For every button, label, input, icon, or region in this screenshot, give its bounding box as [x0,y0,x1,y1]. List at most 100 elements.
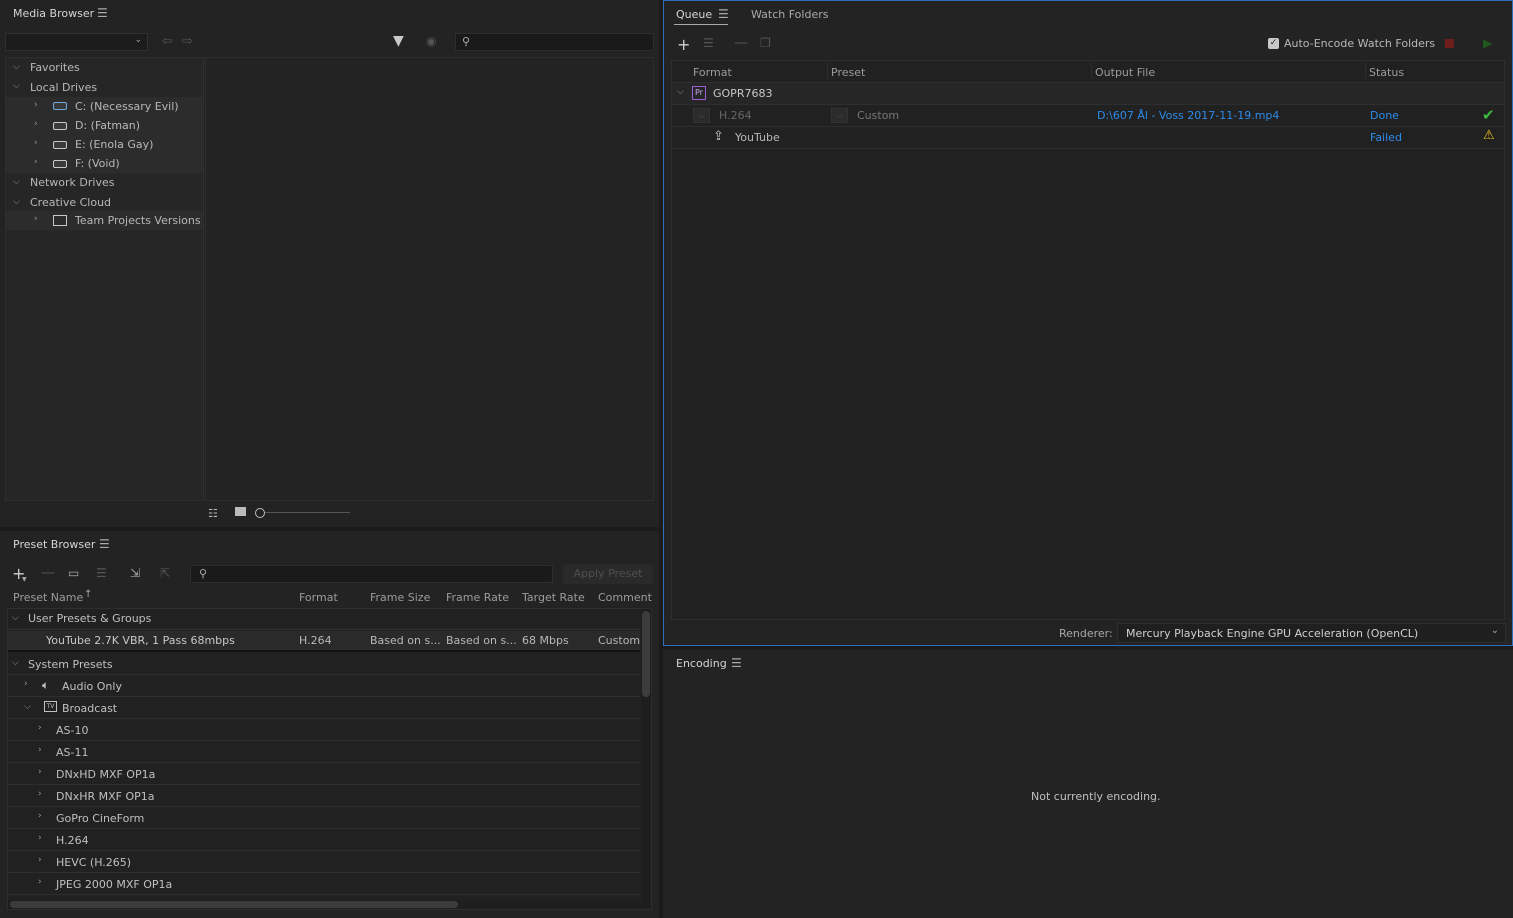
panel-menu-icon[interactable]: ☰ [731,656,742,670]
chevron-right-icon[interactable]: › [34,119,38,129]
chevron-right-icon[interactable]: › [38,855,42,865]
tree-item-favorites[interactable]: Favorites [30,61,80,74]
status-done-link[interactable]: Done [1370,109,1399,122]
chevron-right-icon[interactable]: › [38,745,42,755]
dropdown-triangle-icon[interactable]: ▼ [22,576,27,583]
preset-group-row[interactable]: › DNxHR MXF OP1a [8,785,640,807]
publish-destination: YouTube [735,131,780,144]
panel-menu-icon[interactable]: ☰ [718,7,729,21]
col-header-frame-size[interactable]: Frame Size [370,591,430,604]
chevron-down-icon[interactable]: ⌵ [12,613,19,623]
remove-icon[interactable]: — [734,35,748,51]
auto-encode-checkbox[interactable]: ✓ [1268,38,1279,49]
renderer-dropdown[interactable]: Mercury Playback Engine GPU Acceleration… [1117,623,1506,643]
panel-menu-icon[interactable]: ☰ [99,537,110,551]
preset-dropdown-chevron-icon[interactable]: ⌵ [831,108,848,123]
list-view-icon[interactable]: ☷ [208,507,218,520]
chevron-right-icon[interactable]: › [34,138,38,148]
preset-group-row[interactable]: › AS-11 [8,741,640,763]
col-header-preset[interactable]: Preset [831,66,865,79]
col-header-format[interactable]: Format [299,591,338,604]
chevron-right-icon[interactable]: › [34,157,38,167]
forward-arrow-icon[interactable]: ⇨ [182,34,193,49]
tree-row-e-drive[interactable]: › E: (Enola Gay) [6,135,203,154]
chevron-down-icon[interactable]: ⌵ [13,62,20,72]
chevron-down-icon[interactable]: ⌵ [13,177,20,187]
add-source-icon[interactable]: + [677,35,690,54]
chevron-right-icon[interactable]: › [34,100,38,110]
preset-group-row[interactable]: › H.264 [8,829,640,851]
export-preset-icon[interactable]: ⇱ [160,566,170,580]
preset-search-input[interactable]: ⚲ [190,565,553,583]
col-header-output-file[interactable]: Output File [1095,66,1155,79]
tree-row-team-projects[interactable]: › Team Projects Versions [6,211,203,230]
chevron-down-icon[interactable]: ⌵ [12,658,19,668]
panel-menu-icon[interactable]: ☰ [97,6,108,20]
new-group-folder-icon[interactable]: ▭ [68,566,79,580]
remove-preset-icon[interactable]: — [41,565,55,581]
chevron-right-icon[interactable]: › [34,214,38,224]
col-header-target-rate[interactable]: Target Rate [522,591,585,604]
tree-item-creative-cloud[interactable]: Creative Cloud [30,196,111,209]
chevron-down-icon[interactable]: ⌵ [24,702,31,712]
chevron-right-icon[interactable]: › [38,767,42,777]
system-presets-group-row[interactable]: ⌵ System Presets [8,653,640,675]
horizontal-scroll-thumb[interactable] [10,901,458,908]
col-header-format[interactable]: Format [693,66,732,79]
vertical-scrollbar[interactable] [641,609,651,909]
vertical-scroll-thumb[interactable] [642,611,650,697]
tree-item-network-drives[interactable]: Network Drives [30,176,114,189]
chevron-right-icon[interactable]: › [38,877,42,887]
chevron-right-icon[interactable]: › [38,811,42,821]
preset-group-row[interactable]: › HEVC (H.265) [8,851,640,873]
preset-settings-icon[interactable]: ☰ [96,566,107,580]
user-presets-group-row[interactable]: ⌵ User Presets & Groups [8,609,640,630]
apply-preset-button[interactable]: Apply Preset [563,564,653,584]
audio-only-row[interactable]: › 🔈︎ Audio Only [8,675,640,697]
col-header-comment[interactable]: Comment [598,591,652,604]
chevron-right-icon[interactable]: › [38,789,42,799]
format-dropdown-chevron-icon[interactable]: ⌵ [693,108,710,123]
preset-group-row[interactable]: › JPEG 2000 MXF OP1a [8,873,640,895]
stop-queue-icon[interactable] [1445,39,1454,48]
location-dropdown[interactable]: ⌄ [5,33,148,51]
col-header-status[interactable]: Status [1369,66,1404,79]
zoom-slider-handle[interactable] [255,508,265,518]
user-preset-row[interactable]: YouTube 2.7K VBR, 1 Pass 68mbps H.264 Ba… [8,631,640,652]
tab-queue[interactable]: Queue [676,8,712,21]
import-preset-icon[interactable]: ⇲ [130,566,140,580]
chevron-right-icon[interactable]: › [24,679,28,689]
duplicate-icon[interactable]: ❐ [760,36,771,50]
view-eye-icon[interactable]: ◉ [426,34,436,48]
broadcast-row[interactable]: ⌵ TV Broadcast [8,697,640,719]
col-header-preset-name[interactable]: Preset Name [13,591,83,604]
queue-publish-row[interactable]: ⇪ YouTube Failed ⚠ [672,127,1504,148]
tab-watch-folders[interactable]: Watch Folders [751,8,828,21]
preset-group-row[interactable]: › DNxHD MXF OP1a [8,763,640,785]
filter-icon[interactable]: ▼ [393,33,404,49]
chevron-down-icon[interactable]: ⌵ [13,81,20,91]
chevron-down-icon[interactable]: ⌵ [677,87,684,97]
output-file-link[interactable]: D:\607 Ål - Voss 2017-11-19.mp4 [1097,109,1279,122]
tree-item-local-drives[interactable]: Local Drives [30,81,97,94]
start-queue-play-icon[interactable]: ▶ [1483,36,1492,50]
horizontal-scrollbar[interactable] [8,900,640,909]
queue-output-row[interactable]: ⌵ H.264 ⌵ Custom D:\607 Ål - Voss 2017-1… [672,105,1504,126]
tree-row-d-drive[interactable]: › D: (Fatman) [6,116,203,135]
chevron-right-icon[interactable]: › [38,723,42,733]
col-header-frame-rate[interactable]: Frame Rate [446,591,509,604]
tree-row-c-drive[interactable]: › C: (Necessary Evil) [6,97,203,116]
settings-sliders-icon[interactable]: ☰ [703,36,714,50]
queue-source-row[interactable]: ⌵ Pr GOPR7683 [672,83,1504,104]
chevron-down-icon[interactable]: ⌵ [13,197,20,207]
icon-view-icon[interactable] [235,507,246,516]
status-failed-link[interactable]: Failed [1370,131,1402,144]
audio-only-label: Audio Only [62,680,122,693]
media-search-input[interactable]: ⚲ [455,33,654,51]
back-arrow-icon[interactable]: ⇦ [162,34,173,49]
preset-group-row[interactable]: › GoPro CineForm [8,807,640,829]
tree-row-f-drive[interactable]: › F: (Void) [6,154,203,173]
preset-group-row[interactable]: › AS-10 [8,719,640,741]
zoom-slider-track[interactable] [262,512,350,513]
chevron-right-icon[interactable]: › [38,833,42,843]
